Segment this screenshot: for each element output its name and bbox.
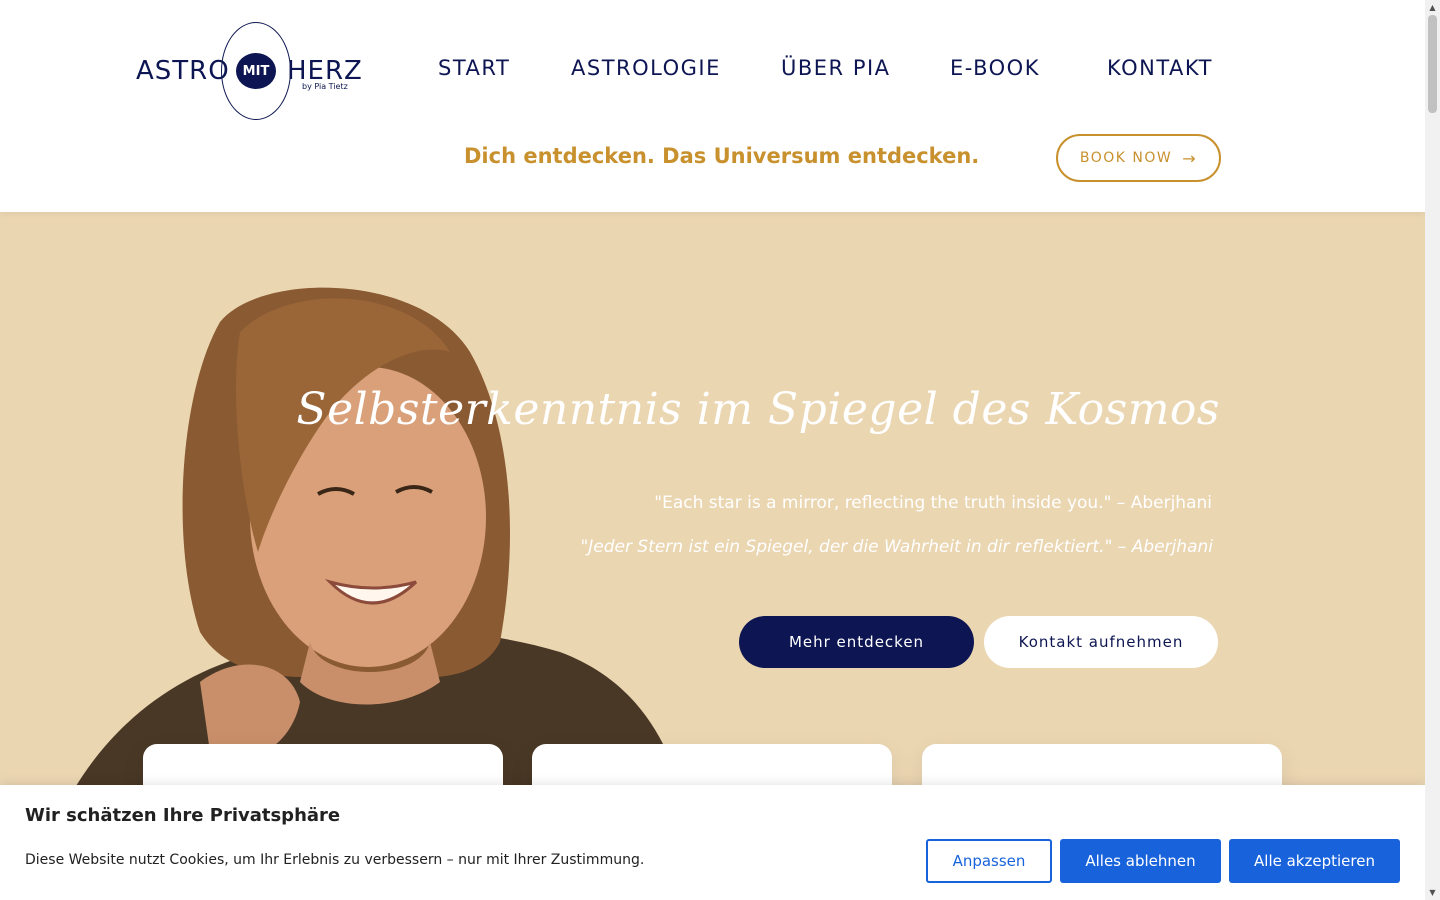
nav-item-astrologie[interactable]: ASTROLOGIE <box>571 56 721 80</box>
cookie-customize-button[interactable]: Anpassen <box>926 839 1052 883</box>
header-tagline: Dich entdecken. Das Universum entdecken. <box>464 144 980 168</box>
nav-item-start[interactable]: START <box>438 56 510 80</box>
cookie-banner: Wir schätzen Ihre Privatsphäre Diese Web… <box>0 785 1425 900</box>
hero-title: Selbsterkenntnis im Spiegel des Kosmos <box>296 384 1220 435</box>
scroll-up-icon[interactable]: ▲ <box>1425 0 1440 15</box>
scrollbar-thumb[interactable] <box>1428 15 1437 113</box>
scrollbar[interactable]: ▲ ▼ <box>1425 0 1440 900</box>
book-now-label: BOOK NOW <box>1079 150 1173 166</box>
logo-text-left: ASTRO <box>136 56 230 86</box>
nav-item-ebook[interactable]: E-BOOK <box>950 56 1040 80</box>
logo-byline: by Pia Tietz <box>302 82 348 91</box>
contact-button[interactable]: Kontakt aufnehmen <box>984 616 1218 668</box>
scroll-down-icon[interactable]: ▼ <box>1425 885 1440 900</box>
cookie-text: Diese Website nutzt Cookies, um Ihr Erle… <box>25 852 645 868</box>
cookie-title: Wir schätzen Ihre Privatsphäre <box>25 805 341 826</box>
site-logo[interactable]: ASTRO MIT HERZ by Pia Tietz <box>135 20 365 122</box>
cookie-reject-button[interactable]: Alles ablehnen <box>1060 839 1221 883</box>
quote-german: "Jeder Stern ist ein Spiegel, der die Wa… <box>580 537 1213 557</box>
book-now-button[interactable]: BOOK NOW → <box>1056 134 1221 182</box>
arrow-right-icon: → <box>1182 148 1198 168</box>
nav-item-kontakt[interactable]: KONTAKT <box>1107 56 1213 80</box>
logo-badge: MIT <box>236 53 276 89</box>
cookie-accept-button[interactable]: Alle akzeptieren <box>1229 839 1400 883</box>
quote-english: "Each star is a mirror, reflecting the t… <box>654 493 1212 513</box>
discover-more-button[interactable]: Mehr entdecken <box>739 616 974 668</box>
site-header: ASTRO MIT HERZ by Pia Tietz START ASTROL… <box>0 0 1425 212</box>
nav-item-ueber-pia[interactable]: ÜBER PIA <box>781 56 891 80</box>
